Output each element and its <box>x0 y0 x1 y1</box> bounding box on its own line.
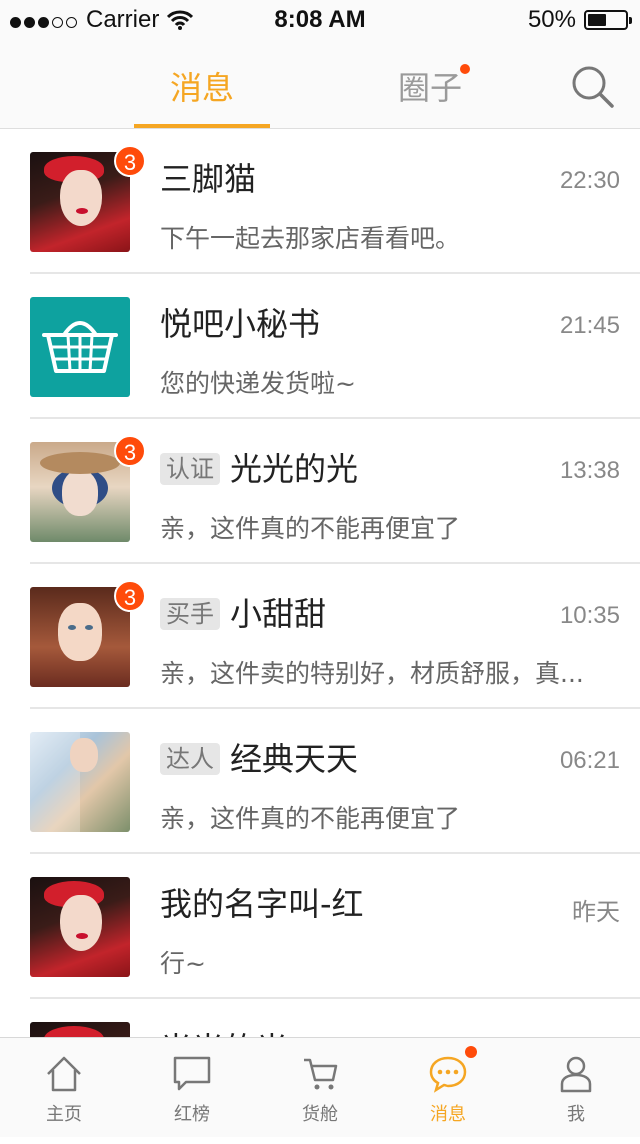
tab-ranking[interactable]: 红榜 <box>128 1038 256 1137</box>
tab-circle-label: 圈子 <box>397 69 462 107</box>
chat-name: 三脚猫 <box>160 160 257 198</box>
tab-messages-bottom-label: 消息 <box>430 1104 466 1125</box>
unread-badge: 3 <box>114 145 146 177</box>
tab-messages-bottom[interactable]: 消息 <box>384 1038 512 1137</box>
tab-me[interactable]: 我 <box>512 1038 640 1137</box>
message-icon <box>429 1056 467 1093</box>
chat-preview: 亲，这件真的不能再便宜了 <box>160 514 461 543</box>
tab-home-label: 主页 <box>46 1104 82 1125</box>
chat-name: 光光的光 <box>230 450 359 488</box>
tab-cart-label: 货舱 <box>302 1104 338 1125</box>
tab-ranking-label: 红榜 <box>174 1104 210 1125</box>
chat-preview: 亲，这件卖的特别好，材质舒服，真... <box>160 659 584 688</box>
tab-circle[interactable]: 圈子 <box>380 40 480 128</box>
user-icon <box>560 1056 592 1093</box>
avatar <box>30 732 130 832</box>
bottom-tab-bar: 主页 红榜 货舱 消息 我 <box>0 1037 640 1137</box>
unread-badge: 3 <box>114 580 146 612</box>
chat-list: 3 三脚猫 22:30 下午一起去那家店看看吧。 悦吧小秘书 21:45 您的快… <box>0 129 640 1144</box>
user-tag: 认证 <box>160 453 220 485</box>
chat-row[interactable]: 3 认证 光光的光 13:38 亲，这件真的不能再便宜了 <box>0 419 640 564</box>
avatar <box>30 297 130 397</box>
chat-row[interactable]: 我的名字叫-红 昨天 行~ <box>0 854 640 999</box>
chat-preview: 行~ <box>160 949 206 978</box>
top-tab-bar: 消息 圈子 <box>0 40 640 129</box>
shopping-basket-icon <box>42 321 118 373</box>
chat-time: 06:21 <box>559 747 620 774</box>
battery-icon <box>584 10 632 30</box>
avatar <box>30 877 130 977</box>
chat-row[interactable]: 3 买手 小甜甜 10:35 亲，这件卖的特别好，材质舒服，真... <box>0 564 640 709</box>
chat-time: 昨天 <box>572 899 620 926</box>
search-icon[interactable] <box>570 64 616 110</box>
user-tag: 买手 <box>160 598 220 630</box>
chat-time: 10:35 <box>559 602 620 629</box>
chat-name: 我的名字叫-红 <box>160 885 364 923</box>
cart-icon <box>304 1058 338 1090</box>
tab-home[interactable]: 主页 <box>0 1038 128 1137</box>
chat-preview: 下午一起去那家店看看吧。 <box>160 224 461 253</box>
chat-name: 悦吧小秘书 <box>160 305 321 343</box>
tab-messages-label: 消息 <box>169 69 234 107</box>
tab-cart[interactable]: 货舱 <box>256 1038 384 1137</box>
chat-time: 22:30 <box>559 167 620 194</box>
active-tab-indicator <box>134 124 270 128</box>
notification-dot <box>460 64 470 74</box>
chat-row[interactable]: 悦吧小秘书 21:45 您的快递发货啦~ <box>0 274 640 419</box>
home-icon <box>47 1056 81 1092</box>
chat-row[interactable]: 达人 经典天天 06:21 亲，这件真的不能再便宜了 <box>0 709 640 854</box>
chat-time: 13:38 <box>559 457 620 484</box>
chat-preview: 亲，这件真的不能再便宜了 <box>160 804 461 833</box>
chat-row[interactable]: 3 三脚猫 22:30 下午一起去那家店看看吧。 <box>0 129 640 274</box>
unread-badge: 3 <box>114 435 146 467</box>
chat-name: 小甜甜 <box>230 595 327 633</box>
battery-percent: 50% <box>527 6 576 33</box>
tab-messages[interactable]: 消息 <box>134 40 270 128</box>
tab-me-label: 我 <box>567 1104 585 1125</box>
notification-dot <box>465 1046 477 1058</box>
chat-preview: 您的快递发货啦~ <box>160 369 356 398</box>
chat-name: 经典天天 <box>230 740 359 778</box>
user-tag: 达人 <box>160 743 220 775</box>
status-bar: Carrier 8:08 AM 50% <box>0 0 640 40</box>
chat-bubble-icon <box>173 1056 211 1091</box>
chat-time: 21:45 <box>559 312 620 339</box>
